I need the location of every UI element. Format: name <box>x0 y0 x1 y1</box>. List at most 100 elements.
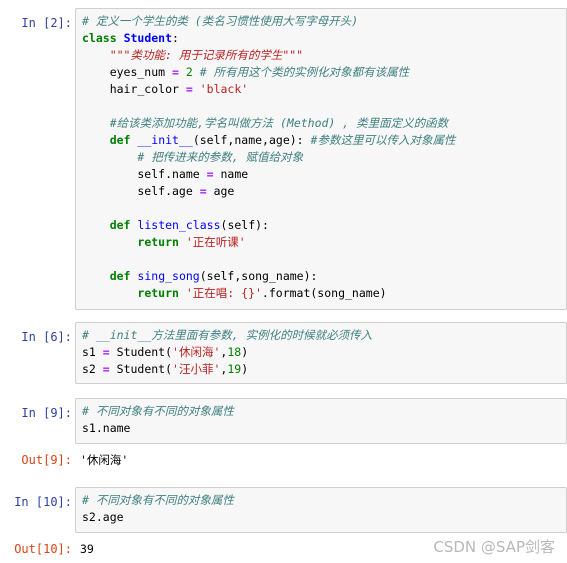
code-token: #给该类添加功能,学名叫做方法 (Method) , 类里面定义的函数 <box>109 116 449 130</box>
code-token: ) <box>241 362 249 376</box>
code-token: # 把传进来的参数, 赋值给对象 <box>137 150 304 164</box>
output-prompt: Out[9]: <box>21 453 72 467</box>
code-token: # 所有用这个类的实例化对象都有该属性 <box>199 65 410 79</box>
code-token: age <box>206 184 235 198</box>
code-token: __init__ <box>137 133 193 147</box>
cell-output: 39 <box>80 542 94 556</box>
code-input-area[interactable]: # __init__方法里面有参数, 实例化的时候就必须传入 s1 = Stud… <box>75 322 567 384</box>
code-line: s1 = Student('休闲海',18) <box>82 345 248 359</box>
code-token: self.name <box>82 167 207 181</box>
code-token: Student( <box>109 345 173 359</box>
code-token: '正在唱: {}' <box>185 286 262 300</box>
code-token: '休闲海' <box>172 345 221 359</box>
code-token: 18 <box>227 345 242 359</box>
code-token: s2 <box>82 362 103 376</box>
code-line: # 把传进来的参数, 赋值给对象 <box>82 150 303 164</box>
code-token: = <box>102 362 110 376</box>
code-token: def <box>109 269 131 283</box>
code-token: = <box>102 345 110 359</box>
code-token: (self,name,age): <box>192 133 311 147</box>
code-token: = <box>199 184 207 198</box>
code-token: '汪小菲' <box>172 362 221 376</box>
code-token: (self): <box>220 218 269 232</box>
code-token: '正在听课' <box>185 235 246 249</box>
code-line: s1.name <box>82 421 130 435</box>
code-token: 19 <box>227 362 242 376</box>
code-token: s1 <box>82 345 103 359</box>
code-line: # __init__方法里面有参数, 实例化的时候就必须传入 <box>82 328 372 342</box>
code-line: return '正在听课' <box>82 235 246 249</box>
code-token: class <box>82 31 117 45</box>
cell-output: '休闲海' <box>80 453 129 467</box>
code-token: self.age <box>82 184 200 198</box>
code-token: name <box>213 167 249 181</box>
code-line: eyes_num = 2 # 所有用这个类的实例化对象都有该属性 <box>82 65 409 79</box>
code-text[interactable]: # 定义一个学生的类 (类名习惯性使用大写字母开头) class Student… <box>82 13 562 302</box>
input-prompt: In [6]: <box>21 330 72 344</box>
code-cell-instantiate[interactable]: In [6]: # __init__方法里面有参数, 实例化的时候就必须传入 s… <box>0 319 567 387</box>
code-token: hair_color <box>82 82 186 96</box>
code-line: """类功能: 用于记录所有的学生""" <box>82 48 303 62</box>
code-token: # 不同对象有不同的对象属性 <box>82 493 234 507</box>
code-token: s2.age <box>82 510 124 524</box>
code-input-area[interactable]: # 定义一个学生的类 (类名习惯性使用大写字母开头) class Student… <box>75 8 567 310</box>
code-token: s1.name <box>82 421 131 435</box>
code-token: = <box>172 65 179 79</box>
code-text[interactable]: # 不同对象有不同的对象属性 s1.name <box>82 403 562 437</box>
input-prompt: In [10]: <box>14 495 72 509</box>
code-token: 2 <box>185 65 193 79</box>
code-line: #给该类添加功能,学名叫做方法 (Method) , 类里面定义的函数 <box>82 116 448 130</box>
code-token: (self,song_name): <box>199 269 318 283</box>
code-token: return <box>137 235 179 249</box>
csdn-watermark: CSDN @SAP剑客 <box>433 538 555 556</box>
code-token: # 不同对象有不同的对象属性 <box>82 404 234 418</box>
code-token: Student <box>123 31 173 45</box>
code-token: sing_song <box>137 269 200 283</box>
code-line: # 不同对象有不同的对象属性 <box>82 493 234 507</box>
code-token: 'black' <box>199 82 249 96</box>
code-text[interactable]: # __init__方法里面有参数, 实例化的时候就必须传入 s1 = Stud… <box>82 327 562 378</box>
code-token: # 定义一个学生的类 (类名习惯性使用大写字母开头) <box>82 14 359 28</box>
code-input-area[interactable]: # 不同对象有不同的对象属性 s1.name <box>75 398 567 444</box>
code-token: def <box>109 218 131 232</box>
code-line: # 定义一个学生的类 (类名习惯性使用大写字母开头) <box>82 14 358 28</box>
code-token: return <box>137 286 179 300</box>
code-line: class Student: <box>82 31 179 45</box>
code-token: = <box>185 82 193 96</box>
code-token: Student( <box>109 362 173 376</box>
input-prompt: In [2]: <box>21 16 72 30</box>
code-token: = <box>206 167 214 181</box>
code-line: s2 = Student('汪小菲',19) <box>82 362 248 376</box>
code-token: ) <box>241 345 249 359</box>
code-cell-s1-name[interactable]: In [9]: # 不同对象有不同的对象属性 s1.name Out[9]: '… <box>0 398 567 474</box>
code-token: : <box>172 31 179 45</box>
code-line: self.name = name <box>82 167 248 181</box>
output-prompt: Out[10]: <box>14 542 72 556</box>
code-line: # 不同对象有不同的对象属性 <box>82 404 234 418</box>
code-text[interactable]: # 不同对象有不同的对象属性 s2.age <box>82 492 562 526</box>
code-input-area[interactable]: # 不同对象有不同的对象属性 s2.age <box>75 487 567 533</box>
code-line: hair_color = 'black' <box>82 82 249 96</box>
code-cell-class-definition[interactable]: In [2]: # 定义一个学生的类 (类名习惯性使用大写字母开头) class… <box>0 4 567 310</box>
code-token: listen_class <box>137 218 221 232</box>
code-token: """类功能: 用于记录所有的学生""" <box>109 48 304 62</box>
input-prompt: In [9]: <box>21 406 72 420</box>
code-token: # __init__方法里面有参数, 实例化的时候就必须传入 <box>82 328 373 342</box>
code-line: def sing_song(self,song_name): <box>82 269 318 283</box>
code-token: .format(song_name) <box>261 286 387 300</box>
code-token: #参数这里可以传入对象属性 <box>310 133 456 147</box>
